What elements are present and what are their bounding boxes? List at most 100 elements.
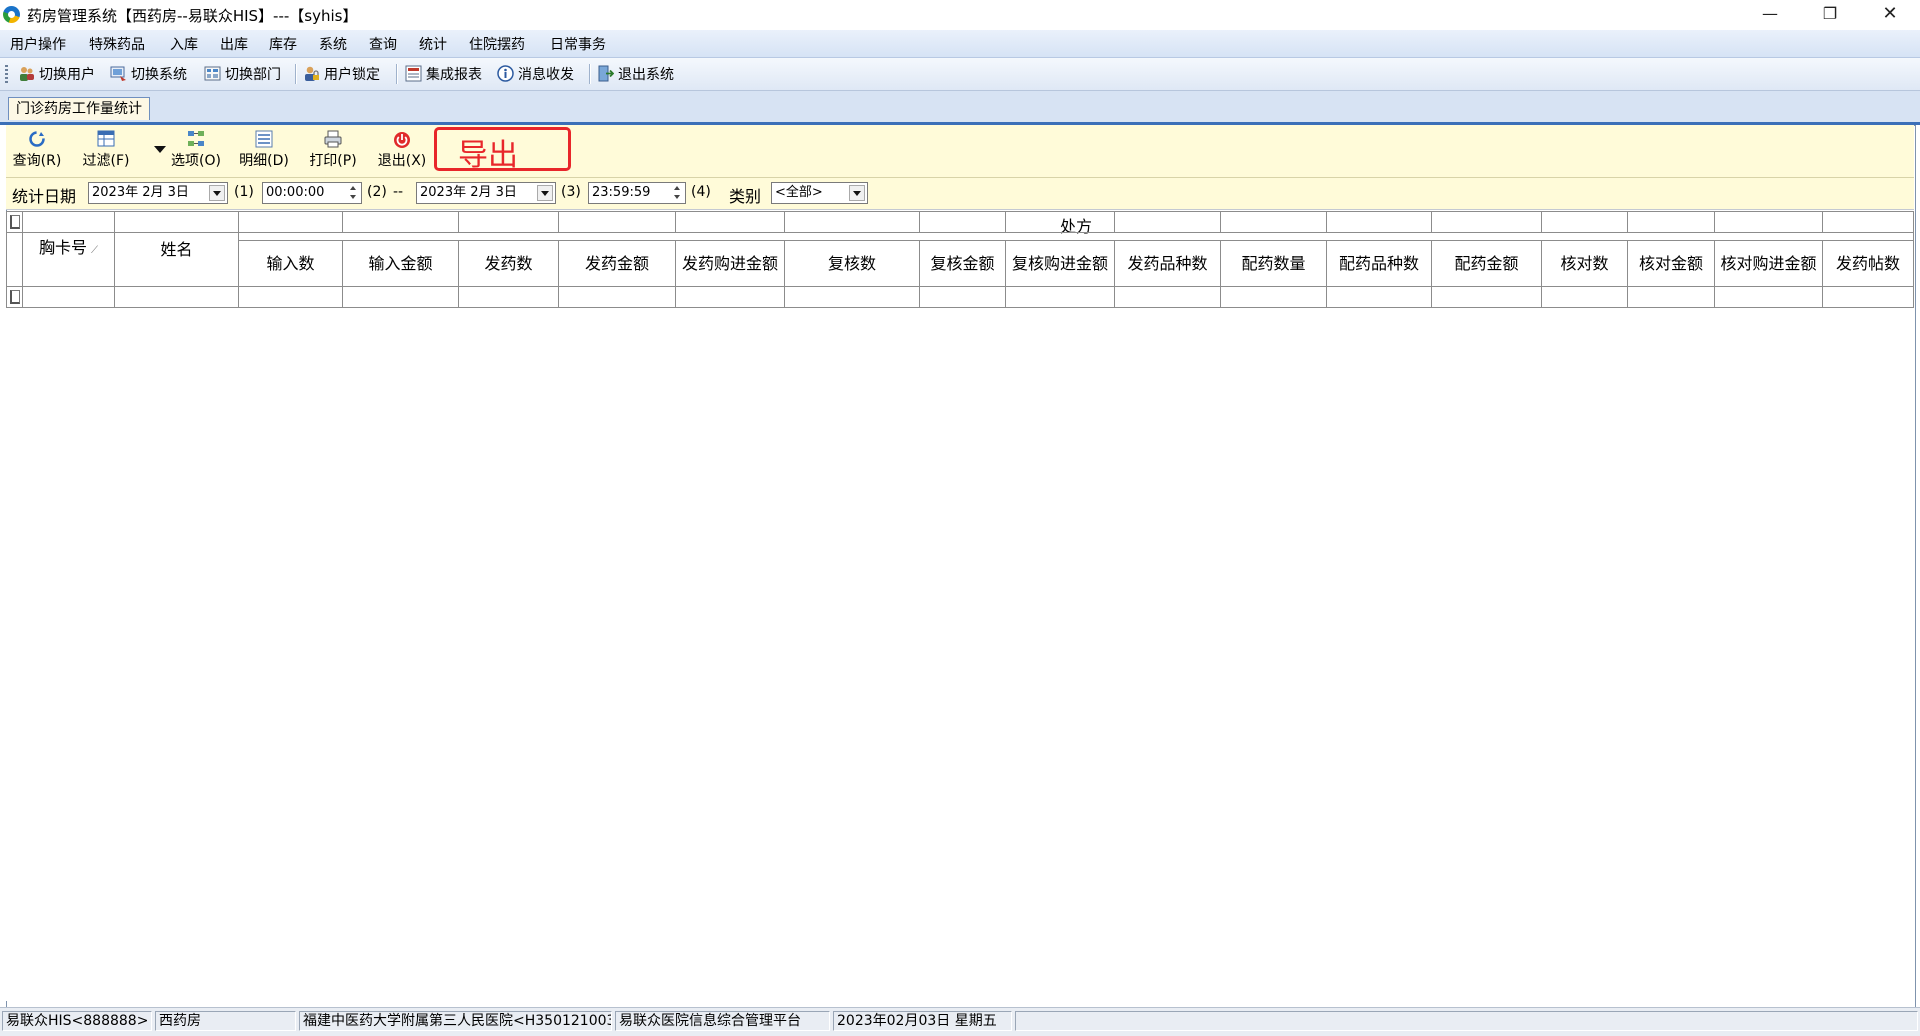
- status-bar: 易联众HIS<888888> 西药房 福建中医药大学附属第三人民医院<H3501…: [0, 1007, 1920, 1036]
- column-header-review-amount[interactable]: 复核金额: [919, 240, 1006, 287]
- spinner-arrows-icon[interactable]: [347, 184, 360, 202]
- grid-cell[interactable]: [1005, 286, 1115, 308]
- query-label: 查询(R): [12, 153, 62, 169]
- exit-door-icon: [597, 65, 615, 82]
- grid-cell[interactable]: [1431, 286, 1542, 308]
- row-select-indicator-icon: [9, 215, 20, 229]
- exit-button[interactable]: 退出(X): [372, 129, 432, 170]
- chevron-down-icon[interactable]: [849, 185, 865, 201]
- grid-cell[interactable]: [1326, 286, 1432, 308]
- start-date-picker[interactable]: 2023年 2月 3日: [88, 182, 228, 204]
- grid-cell[interactable]: [1714, 286, 1823, 308]
- row-selector[interactable]: [6, 211, 23, 233]
- grid-cell[interactable]: [342, 286, 459, 308]
- grid-cell[interactable]: [114, 286, 239, 308]
- chevron-down-icon[interactable]: [537, 185, 553, 201]
- toolbar-separator: [396, 64, 398, 84]
- column-header-check-amount[interactable]: 核对金额: [1627, 240, 1715, 287]
- exit-system-button[interactable]: 退出系统: [597, 64, 674, 84]
- grid-cell[interactable]: [1821, 286, 1915, 308]
- menu-inventory[interactable]: 库存: [269, 34, 297, 54]
- menu-daily-affairs[interactable]: 日常事务: [550, 34, 606, 54]
- options-button[interactable]: 选项(O): [166, 129, 226, 170]
- column-header-prep-variety-count[interactable]: 配药品种数: [1326, 240, 1432, 287]
- menu-stock-out[interactable]: 出库: [220, 34, 248, 54]
- column-header-input-amount[interactable]: 输入金额: [342, 240, 459, 287]
- column-header-input-count[interactable]: 输入数: [238, 240, 343, 287]
- messages-button[interactable]: 消息收发: [497, 64, 574, 84]
- summary-cell: [1714, 211, 1823, 233]
- column-header-dispense-amount[interactable]: 发药金额: [558, 240, 676, 287]
- column-header-dispense-variety-count[interactable]: 发药品种数: [1114, 240, 1221, 287]
- close-button[interactable]: ✕: [1860, 0, 1920, 30]
- category-value: <全部>: [775, 185, 823, 200]
- status-extra: [1015, 1011, 1918, 1031]
- info-icon: [497, 65, 514, 82]
- column-header-review-purchase-amount[interactable]: 复核购进金额: [1005, 240, 1115, 287]
- menu-special-drugs[interactable]: 特殊药品: [89, 34, 145, 54]
- grid-cell[interactable]: [675, 286, 785, 308]
- summary-row: [6, 211, 1914, 233]
- grid-cell[interactable]: [1541, 286, 1628, 308]
- minimize-button[interactable]: —: [1740, 0, 1800, 30]
- menu-inpatient-dispensing[interactable]: 住院摆药: [469, 34, 525, 54]
- column-header-prep-amount[interactable]: 配药金额: [1431, 240, 1542, 287]
- grid-cell[interactable]: [22, 286, 115, 308]
- grid-cell[interactable]: [919, 286, 1006, 308]
- column-header-dispense-dose-count[interactable]: 发药帖数: [1821, 240, 1915, 287]
- end-date-picker[interactable]: 2023年 2月 3日: [416, 182, 556, 204]
- column-header-review-count[interactable]: 复核数: [784, 240, 920, 287]
- lock-user-label: 用户锁定: [324, 67, 380, 83]
- window-title: 药房管理系统【西药房--易联众HIS】---【syhis】: [27, 7, 358, 25]
- data-grid: 胸卡号 ⟋ 姓名 处方 输入数 输入金额 发药数 发药金额 发药购进金额 复核数 …: [6, 211, 1915, 1001]
- grid-cell[interactable]: [1220, 286, 1327, 308]
- toolbar-separator: [295, 64, 297, 84]
- row-selector[interactable]: [6, 286, 23, 308]
- summary-cell: [784, 211, 920, 233]
- grid-cell[interactable]: [458, 286, 559, 308]
- query-button[interactable]: 查询(R): [7, 129, 67, 170]
- grid-cell[interactable]: [238, 286, 343, 308]
- menu-statistics[interactable]: 统计: [419, 34, 447, 54]
- chevron-down-icon[interactable]: [209, 185, 225, 201]
- table-row[interactable]: [6, 286, 1915, 308]
- summary-cell: [919, 211, 1006, 233]
- switch-system-button[interactable]: 切换系统: [110, 64, 187, 84]
- spinner-arrows-icon[interactable]: [671, 184, 684, 202]
- integrated-reports-button[interactable]: 集成报表: [405, 64, 482, 84]
- menu-query[interactable]: 查询: [369, 34, 397, 54]
- column-header-dispense-count[interactable]: 发药数: [458, 240, 559, 287]
- filter-dropdown-arrow-icon[interactable]: [154, 146, 166, 153]
- column-header-check-purchase-amount[interactable]: 核对购进金额: [1714, 240, 1823, 287]
- category-select[interactable]: <全部>: [771, 182, 868, 204]
- restore-button[interactable]: ❐: [1800, 0, 1860, 30]
- switch-department-button[interactable]: 切换部门: [204, 64, 281, 84]
- summary-cell: [558, 211, 676, 233]
- grid-cell[interactable]: [1114, 286, 1221, 308]
- menu-user-operations[interactable]: 用户操作: [10, 34, 66, 54]
- exit-system-label: 退出系统: [618, 67, 674, 83]
- grid-cell[interactable]: [1627, 286, 1715, 308]
- card-number-header-label: 胸卡号: [38, 238, 87, 257]
- filter-button[interactable]: 过滤(F): [76, 129, 136, 170]
- menu-stock-in[interactable]: 入库: [170, 34, 198, 54]
- column-header-dispense-purchase-amount[interactable]: 发药购进金额: [675, 240, 785, 287]
- end-time-spinner[interactable]: 23:59:59: [588, 182, 686, 204]
- detail-label: 明细(D): [239, 153, 289, 169]
- switch-user-button[interactable]: 切换用户: [18, 64, 95, 84]
- detail-button[interactable]: 明细(D): [234, 129, 294, 170]
- print-button[interactable]: 打印(P): [303, 129, 363, 170]
- toolbar-grip[interactable]: [5, 65, 8, 83]
- tab-outpatient-pharmacy-workload[interactable]: 门诊药房工作量统计: [8, 97, 150, 120]
- lock-user-button[interactable]: 用户锁定: [303, 64, 380, 84]
- column-header-check-count[interactable]: 核对数: [1541, 240, 1628, 287]
- summary-cell: [22, 211, 115, 233]
- grid-cell[interactable]: [784, 286, 920, 308]
- grid-cell[interactable]: [558, 286, 676, 308]
- column-header-prep-quantity[interactable]: 配药数量: [1220, 240, 1327, 287]
- menu-system[interactable]: 系统: [319, 34, 347, 54]
- marker-1: (1): [234, 184, 254, 200]
- summary-row-table: [6, 211, 1914, 233]
- switch-system-icon: [110, 65, 127, 82]
- start-time-spinner[interactable]: 00:00:00: [262, 182, 362, 204]
